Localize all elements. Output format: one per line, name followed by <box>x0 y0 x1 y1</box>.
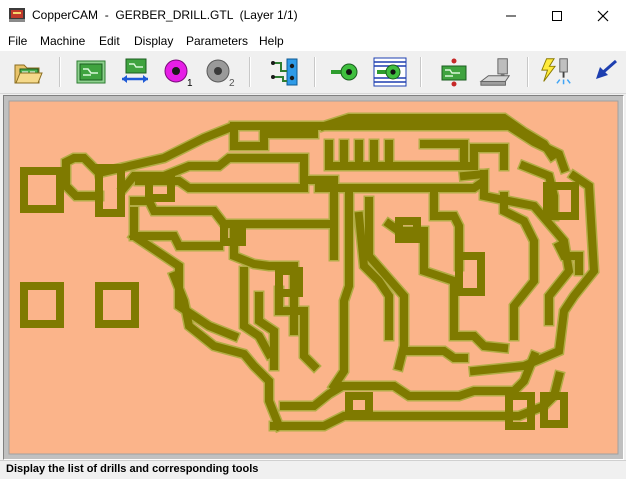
menu-edit[interactable]: Edit <box>99 34 120 48</box>
toolbar: 1 2 <box>0 51 626 94</box>
toolbar-separator <box>314 57 316 87</box>
toolbar-separator <box>420 57 422 87</box>
pcb-canvas-frame[interactable] <box>3 95 624 460</box>
contour-icon <box>331 63 358 81</box>
drill-1-button[interactable]: 1 <box>161 55 195 89</box>
drill-2-label: 2 <box>229 78 235 87</box>
toolbar-separator <box>527 57 529 87</box>
drill-1-label: 1 <box>187 78 193 87</box>
toolbar-separator <box>59 57 61 87</box>
close-button[interactable] <box>580 0 626 31</box>
drill-list-icon <box>271 58 298 86</box>
lightning-tool-icon <box>541 58 571 85</box>
board-drill-button[interactable] <box>437 55 471 89</box>
back-arrow-icon <box>596 59 617 79</box>
title-bar: CopperCAM - GERBER_DRILL.GTL (Layer 1/1) <box>0 0 626 31</box>
board-view-button[interactable] <box>74 55 108 89</box>
minimize-button[interactable] <box>488 0 534 31</box>
close-icon <box>597 10 609 21</box>
contour-multi-button[interactable] <box>373 55 407 89</box>
contour-multi-icon <box>373 57 407 87</box>
board-swap-button[interactable] <box>118 55 152 89</box>
open-folder-icon <box>14 64 43 84</box>
toolbar-separator <box>249 57 251 87</box>
status-bar: Display the list of drills and correspon… <box>0 460 626 479</box>
pcb-canvas[interactable] <box>4 96 623 459</box>
coppercam-app-icon <box>9 8 25 22</box>
maximize-button[interactable] <box>534 0 580 31</box>
mill-machine-icon <box>479 58 511 86</box>
mill-machine-button[interactable] <box>479 55 513 89</box>
contour-button[interactable] <box>329 55 363 89</box>
drill-list-button[interactable] <box>268 55 302 89</box>
drill-2-icon: 2 <box>206 59 235 87</box>
window-title: CopperCAM - GERBER_DRILL.GTL (Layer 1/1) <box>32 8 298 22</box>
menu-bar: File Machine Edit Display Parameters Hel… <box>0 31 626 51</box>
drill-2-button[interactable]: 2 <box>203 55 237 89</box>
menu-file[interactable]: File <box>8 34 27 48</box>
open-button[interactable] <box>11 55 45 89</box>
menu-help[interactable]: Help <box>259 34 284 48</box>
minimize-icon <box>506 15 516 16</box>
back-button[interactable] <box>588 55 622 89</box>
menu-display[interactable]: Display <box>134 34 173 48</box>
board-swap-icon <box>122 58 148 83</box>
status-text: Display the list of drills and correspon… <box>6 463 259 475</box>
menu-machine[interactable]: Machine <box>40 34 85 48</box>
board-green-icon <box>76 60 106 84</box>
board-drill-icon <box>441 58 467 87</box>
run-mill-button[interactable] <box>539 55 573 89</box>
maximize-icon <box>552 10 562 21</box>
drill-1-icon: 1 <box>164 59 193 87</box>
menu-parameters[interactable]: Parameters <box>186 34 248 48</box>
